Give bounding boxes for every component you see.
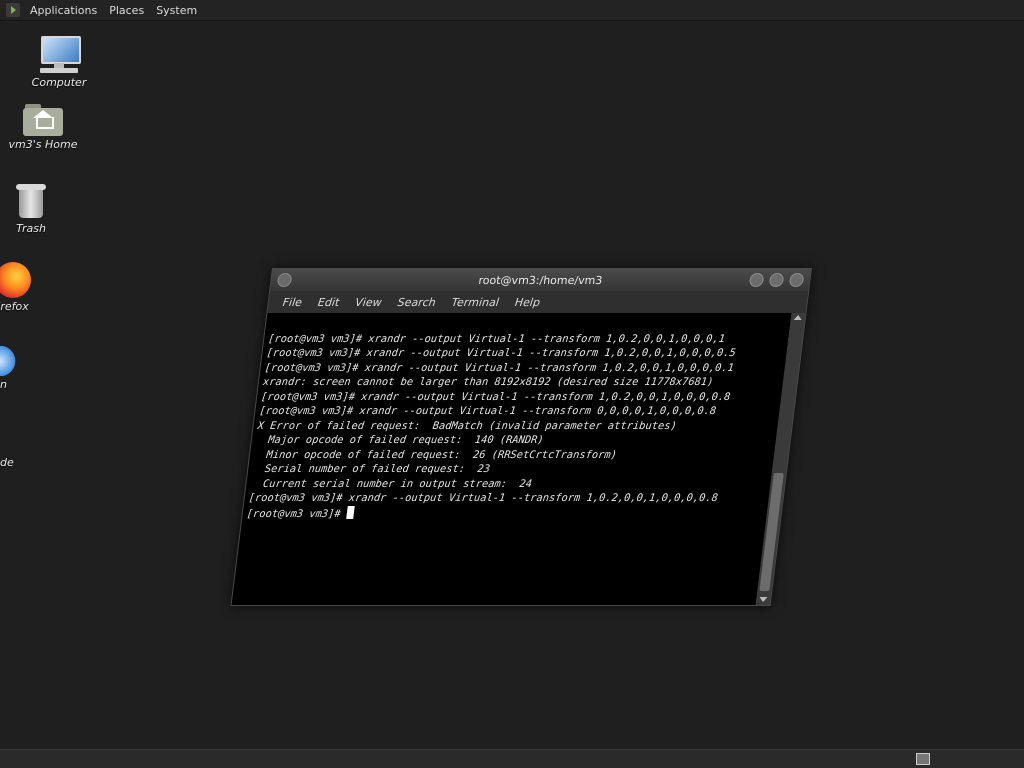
terminal-line: [root@vm3 vm3]# xrandr --output Virtual-… xyxy=(267,332,726,345)
terminal-menubar: File Edit View Search Terminal Help xyxy=(267,291,809,313)
terminal-line: [root@vm3 vm3]# xrandr --output Virtual-… xyxy=(264,361,735,374)
home-folder-icon xyxy=(23,102,63,136)
menu-help[interactable]: Help xyxy=(506,296,549,309)
scroll-down-arrow-icon[interactable] xyxy=(758,597,768,602)
trash-icon xyxy=(16,184,46,220)
desktop-icon-home[interactable]: vm3's Home xyxy=(0,102,86,151)
terminal-line: [root@vm3 vm3]# xrandr --output Virtual-… xyxy=(260,390,732,403)
terminal-line: Minor opcode of failed request: 26 (RRSe… xyxy=(253,448,618,461)
menu-view[interactable]: View xyxy=(347,296,391,309)
terminal-line: Serial number of failed request: 23 xyxy=(251,463,491,475)
show-desktop-icon[interactable] xyxy=(916,753,930,765)
terminal-line: X Error of failed request: BadMatch (inv… xyxy=(256,419,678,432)
terminal-line: [root@vm3 vm3]# xrandr --output Virtual-… xyxy=(248,492,719,504)
desktop-icon-label: irefox xyxy=(0,300,29,313)
desktop-icon-firefox[interactable]: irefox xyxy=(0,262,56,313)
menu-file[interactable]: File xyxy=(274,296,311,309)
close-button[interactable] xyxy=(788,273,805,287)
menu-search[interactable]: Search xyxy=(389,296,445,309)
terminal-output[interactable]: [root@vm3 vm3]# xrandr --output Virtual-… xyxy=(231,313,792,605)
terminal-prompt-line[interactable]: [root@vm3 vm3]# xyxy=(246,505,764,522)
window-title: root@vm3:/home/vm3 xyxy=(477,273,604,287)
firefox-icon xyxy=(0,262,31,298)
top-panel: Applications Places System xyxy=(0,0,1024,21)
terminal-line: Current serial number in output stream: … xyxy=(249,477,533,490)
menu-terminal[interactable]: Terminal xyxy=(443,296,508,309)
maximize-button[interactable] xyxy=(768,273,785,287)
desktop-icon-app2[interactable]: de xyxy=(0,454,43,469)
terminal-line: Major opcode of failed request: 140 (RAN… xyxy=(255,434,545,446)
app-icon xyxy=(0,346,20,376)
desktop-icon-trash[interactable]: Trash xyxy=(0,184,74,235)
title-bar[interactable]: root@vm3:/home/vm3 xyxy=(270,269,811,291)
menu-edit[interactable]: Edit xyxy=(309,296,348,309)
terminal-line: [root@vm3 vm3]# xrandr --output Virtual-… xyxy=(258,405,717,417)
desktop-icon-label: n xyxy=(0,378,7,391)
text-cursor xyxy=(346,505,355,519)
desktop-icon-label: Trash xyxy=(16,222,46,235)
terminal-line: [root@vm3 vm3]# xrandr --output Virtual-… xyxy=(265,347,737,359)
bottom-panel xyxy=(0,749,1024,768)
places-menu[interactable]: Places xyxy=(103,4,150,17)
desktop-icon-label: Computer xyxy=(31,76,87,89)
terminal-prompt: [root@vm3 vm3]# xyxy=(246,507,348,520)
minimize-button[interactable] xyxy=(748,273,765,287)
desktop-icon-label: vm3's Home xyxy=(8,138,78,151)
desktop-icon-app[interactable]: n xyxy=(0,346,44,391)
desktop-icon-computer[interactable]: Computer xyxy=(16,36,102,89)
scroll-up-arrow-icon[interactable] xyxy=(793,315,803,320)
distro-logo-icon[interactable] xyxy=(6,3,20,17)
desktop-icon-label: de xyxy=(0,456,14,469)
terminal-window[interactable]: root@vm3:/home/vm3 File Edit View Search… xyxy=(230,268,812,606)
window-menu-icon[interactable] xyxy=(276,273,293,287)
applications-menu[interactable]: Applications xyxy=(24,4,103,17)
terminal-line: xrandr: screen cannot be larger than 819… xyxy=(262,376,715,388)
system-menu[interactable]: System xyxy=(150,4,203,17)
computer-icon xyxy=(38,36,81,74)
